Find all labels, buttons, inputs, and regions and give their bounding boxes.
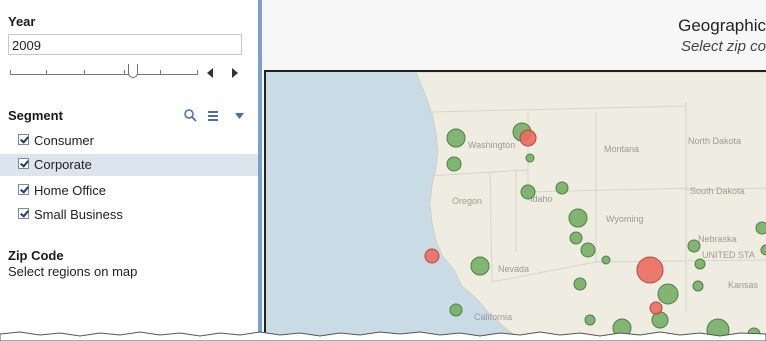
map-bubble[interactable] bbox=[568, 208, 588, 228]
map-panel: Geographic Select zip co Washington Mont… bbox=[262, 0, 766, 336]
map-bubble[interactable] bbox=[687, 239, 701, 253]
slider-tick bbox=[124, 70, 125, 75]
next-arrow-icon[interactable] bbox=[232, 68, 238, 78]
slider-tick bbox=[46, 70, 47, 75]
year-filter-title: Year bbox=[8, 14, 36, 29]
map-title: Geographic bbox=[678, 16, 766, 35]
segment-option-label: Small Business bbox=[34, 207, 123, 222]
checkbox[interactable] bbox=[18, 158, 29, 169]
state-label: North Dakota bbox=[688, 136, 741, 146]
map-bubble[interactable] bbox=[446, 156, 462, 172]
state-label: UNITED STA bbox=[702, 250, 755, 260]
map-bubble[interactable] bbox=[446, 128, 466, 148]
slider-thumb-icon[interactable] bbox=[128, 64, 138, 78]
segment-option-label: Consumer bbox=[34, 133, 94, 148]
map-view[interactable]: Washington Montana North Dakota Oregon I… bbox=[264, 70, 766, 336]
map-bubble[interactable] bbox=[424, 248, 440, 264]
map-bubble[interactable] bbox=[649, 301, 663, 315]
segment-option-consumer[interactable]: Consumer bbox=[0, 130, 258, 152]
segment-filter-title: Segment bbox=[8, 108, 63, 123]
checkbox[interactable] bbox=[18, 208, 29, 219]
checkbox[interactable] bbox=[18, 184, 29, 195]
map-bubble[interactable] bbox=[584, 314, 596, 326]
state-label: Nevada bbox=[498, 264, 529, 274]
map-bubble[interactable] bbox=[580, 242, 596, 258]
map-bubble[interactable] bbox=[692, 280, 704, 292]
segment-option-corporate[interactable]: Corporate bbox=[0, 154, 258, 176]
search-icon[interactable] bbox=[184, 109, 198, 123]
slider-tick bbox=[197, 70, 198, 75]
state-label: Montana bbox=[604, 144, 639, 154]
state-label: Washington bbox=[468, 140, 515, 150]
state-label: Nebraska bbox=[698, 234, 737, 244]
list-icon[interactable] bbox=[208, 111, 220, 121]
map-bubble[interactable] bbox=[755, 221, 766, 235]
slider-tick bbox=[10, 70, 11, 75]
state-label: Oregon bbox=[452, 196, 482, 206]
year-field[interactable]: 2009 bbox=[8, 34, 242, 55]
zip-filter-hint: Select regions on map bbox=[8, 264, 138, 279]
map-bubble[interactable] bbox=[520, 184, 536, 200]
map-bubble[interactable] bbox=[573, 277, 587, 291]
state-label: California bbox=[474, 312, 512, 322]
segment-option-label: Home Office bbox=[34, 183, 107, 198]
map-bubble[interactable] bbox=[470, 256, 490, 276]
zip-filter-title: Zip Code bbox=[8, 248, 64, 263]
torn-edge bbox=[0, 331, 766, 341]
map-bubble[interactable] bbox=[519, 129, 537, 147]
year-slider-track[interactable] bbox=[10, 74, 198, 75]
state-label: South Dakota bbox=[690, 186, 745, 196]
slider-tick bbox=[160, 70, 161, 75]
state-label: Wyoming bbox=[606, 214, 643, 224]
filter-panel: Year 2009 Segment Consumer Corporate Hom… bbox=[0, 0, 258, 334]
map-bubble[interactable] bbox=[449, 303, 463, 317]
checkbox[interactable] bbox=[18, 134, 29, 145]
map-bubble[interactable] bbox=[569, 231, 583, 245]
map-subtitle: Select zip co bbox=[680, 38, 766, 55]
map-bubble[interactable] bbox=[525, 153, 535, 163]
map-bubble[interactable] bbox=[636, 256, 664, 284]
segment-option-small-business[interactable]: Small Business bbox=[0, 204, 258, 226]
map-bubble[interactable] bbox=[657, 283, 679, 305]
dropdown-icon[interactable] bbox=[235, 113, 245, 121]
map-bubble[interactable] bbox=[651, 311, 669, 329]
state-label: Kansas bbox=[728, 280, 759, 290]
segment-option-label: Corporate bbox=[34, 157, 92, 172]
map-bubble[interactable] bbox=[694, 258, 706, 270]
slider-tick bbox=[84, 70, 85, 75]
map-bubble[interactable] bbox=[555, 181, 569, 195]
prev-arrow-icon[interactable] bbox=[207, 68, 213, 78]
map-bubble[interactable] bbox=[601, 255, 611, 265]
segment-option-home-office[interactable]: Home Office bbox=[0, 180, 258, 202]
